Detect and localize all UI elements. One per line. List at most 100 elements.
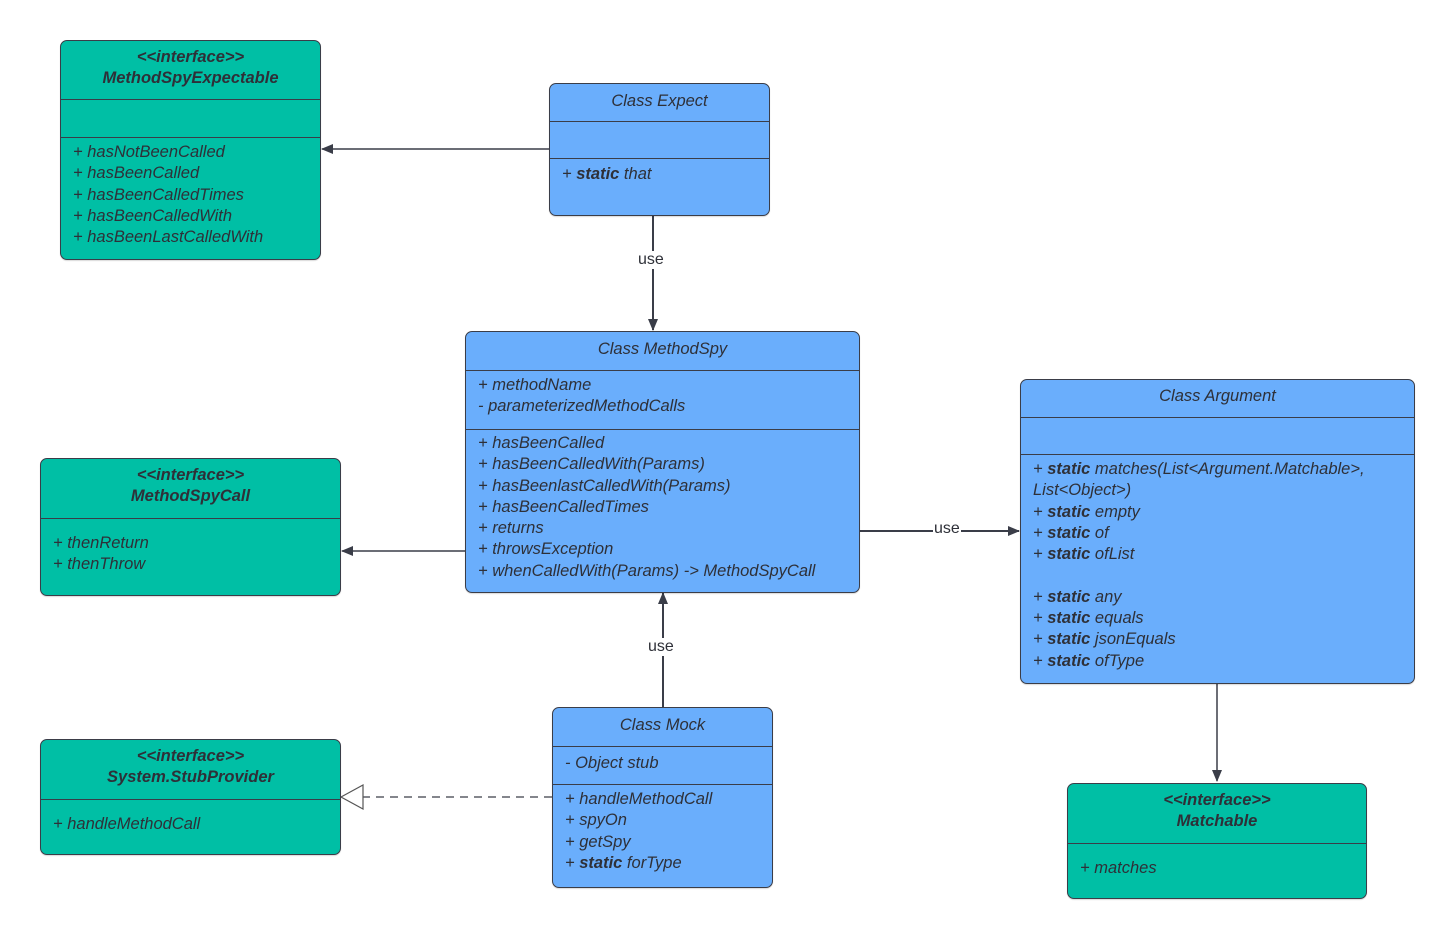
method-name: handleMethodCall (579, 790, 713, 808)
box-header: <<interface>> System.StubProvider (41, 740, 340, 799)
visibility: + (562, 165, 577, 183)
method-name: of (1090, 523, 1109, 542)
attributes-section (550, 121, 769, 158)
method-name: any (1090, 587, 1122, 606)
method-item: + static ofList (1033, 544, 1414, 565)
method-item: + hasBeenCalled (73, 164, 200, 183)
interface-name: MethodSpyCall (130, 487, 251, 505)
attributes-section (1021, 417, 1414, 454)
box-header: <<interface>> MethodSpyCall (41, 459, 340, 518)
static-keyword: static (1047, 651, 1091, 670)
static-keyword: static (1047, 630, 1091, 649)
edge-label-use: use (933, 520, 961, 538)
edge-label-use: use (637, 251, 665, 269)
box-header: Class Mock (553, 708, 772, 746)
method-name: that (619, 165, 652, 183)
method-item: + hasBeenlastCalledWith(Params) (478, 476, 731, 495)
hollow-triangle-arrowhead (339, 783, 364, 811)
method-name: equals (1090, 609, 1144, 628)
methods-section: + handleMethodCall (41, 799, 340, 835)
method-name: matches(List<Argument.Matchable>, (1090, 460, 1365, 478)
static-keyword: static (576, 165, 620, 183)
stereotype-label: <<interface>> (136, 747, 245, 765)
method-item: + hasBeenLastCalledWith (73, 228, 264, 247)
method-item: + static ofType (1033, 651, 1414, 672)
visibility: + (565, 790, 580, 808)
method-item: + handleMethodCall (565, 789, 772, 810)
stereotype-label: <<interface>> (1163, 791, 1271, 809)
box-header: <<interface>> MethodSpyExpectable (61, 41, 320, 99)
method-item: + thenThrow (53, 555, 146, 574)
visibility: + (1033, 545, 1048, 564)
method-name: forType (622, 853, 682, 872)
method-item: + getSpy (565, 832, 772, 853)
method-item: + static equals (1033, 608, 1414, 629)
class-name: Class Expect (611, 92, 708, 110)
class-mock[interactable]: Class Mock - Object stub + handleMethodC… (552, 707, 773, 888)
static-keyword: static (1047, 587, 1091, 606)
method-item-continuation: List<Object>) (1033, 480, 1414, 501)
method-name: getSpy (579, 832, 631, 851)
static-keyword: static (1047, 502, 1091, 521)
class-name: Class Mock (619, 716, 706, 734)
edge-label-use: use (647, 638, 675, 656)
method-item: + hasBeenCalledTimes (73, 185, 244, 204)
methods-section: + handleMethodCall + spyOn + getSpy + st… (553, 784, 772, 874)
interface-matchable[interactable]: <<interface>> Matchable + matches (1067, 783, 1367, 899)
method-item: + spyOn (565, 810, 772, 831)
method-name: List<Object>) (1033, 481, 1132, 500)
interface-method-spy-expectable[interactable]: <<interface>> MethodSpyExpectable + hasN… (60, 40, 321, 260)
method-item: + hasBeenCalledTimes (478, 497, 649, 516)
method-item: + hasBeenCalled (478, 434, 605, 452)
methods-section: + thenReturn + thenThrow (41, 518, 340, 576)
visibility: + (1033, 587, 1048, 606)
attributes-section: + methodName - parameterizedMethodCalls (466, 370, 859, 429)
visibility: + (1033, 609, 1048, 628)
box-header: Class Expect (550, 84, 769, 121)
box-header: Class MethodSpy (466, 332, 859, 370)
class-name: Class Argument (1159, 387, 1276, 405)
visibility: + (1033, 502, 1048, 521)
attribute-item: - parameterizedMethodCalls (478, 397, 686, 416)
method-item: + returns (478, 519, 544, 538)
interface-method-spy-call[interactable]: <<interface>> MethodSpyCall + thenReturn… (40, 458, 341, 596)
stereotype-label: <<interface>> (136, 48, 245, 66)
interface-stub-provider[interactable]: <<interface>> System.StubProvider + hand… (40, 739, 341, 855)
method-name: jsonEquals (1090, 630, 1176, 649)
interface-name: Matchable (1176, 812, 1258, 830)
class-method-spy[interactable]: Class MethodSpy + methodName - parameter… (465, 331, 860, 593)
attributes-section: - Object stub (553, 746, 772, 784)
attributes-section (61, 99, 320, 137)
class-expect[interactable]: Class Expect + static that (549, 83, 770, 216)
method-item: + static that (562, 164, 769, 185)
interface-name: MethodSpyExpectable (102, 69, 279, 87)
attribute-item: + methodName (478, 376, 592, 394)
methods-section: + hasBeenCalled + hasBeenCalledWith(Para… (466, 429, 859, 582)
visibility: + (1033, 630, 1048, 649)
method-item: + static empty (1033, 502, 1414, 523)
stereotype-label: <<interface>> (136, 466, 245, 484)
method-item: + thenReturn (53, 534, 149, 552)
visibility: + (565, 811, 580, 830)
methods-section: + static that (550, 158, 769, 185)
method-item: + whenCalledWith(Params) -> MethodSpyCal… (478, 561, 816, 580)
static-keyword: static (1047, 460, 1091, 478)
attribute-item: - Object stub (565, 754, 659, 772)
method-item: + matches (1080, 859, 1157, 877)
method-name: spyOn (579, 811, 627, 830)
visibility: + (565, 853, 580, 872)
method-name: ofType (1090, 651, 1145, 670)
static-keyword: static (1047, 545, 1091, 564)
class-argument[interactable]: Class Argument + static matches(List<Arg… (1020, 379, 1415, 684)
class-name: Class MethodSpy (597, 340, 728, 358)
method-item: + static forType (565, 853, 772, 874)
method-name: empty (1090, 502, 1140, 521)
methods-section: + matches (1068, 843, 1366, 879)
box-header: <<interface>> Matchable (1068, 784, 1366, 843)
method-item: + hasNotBeenCalled (73, 143, 225, 161)
method-item: + hasBeenCalledWith (73, 206, 232, 225)
static-keyword: static (579, 853, 623, 872)
method-item: + handleMethodCall (53, 815, 201, 833)
method-item: + throwsException (478, 540, 614, 559)
